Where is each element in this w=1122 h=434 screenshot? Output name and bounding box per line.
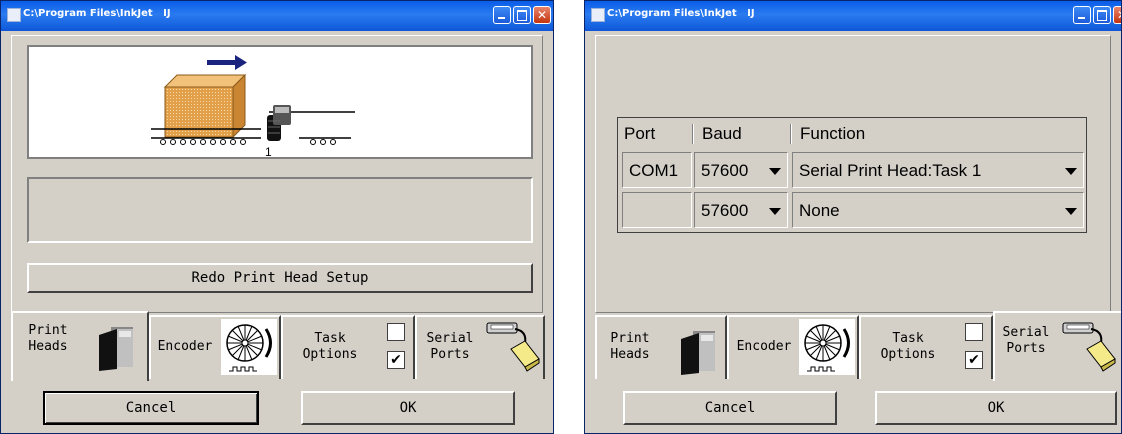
ok-button[interactable]: OK [301,391,515,425]
function-select[interactable]: None [792,192,1084,228]
ok-button[interactable]: OK [875,391,1117,425]
minimize-button[interactable] [1073,6,1091,24]
tab-print-heads-label-2: Heads [28,339,68,354]
tab-task-options[interactable]: Task Options ✔ [859,315,993,379]
maximize-button[interactable] [1093,6,1111,24]
checkbox-checked-icon: ✔ [965,351,983,369]
column-header-baud: Baud [702,124,742,143]
port-cell [622,192,692,228]
cancel-button-label: Cancel [125,400,177,416]
close-button[interactable]: ✕ [533,6,551,24]
column-separator [692,124,694,144]
serial-port-table: Port Baud Function COM1 57600 Serial Pri… [617,117,1087,233]
column-header-port: Port [624,124,656,143]
tab-print-heads-label-1: Print [28,323,68,338]
tab-serial-ports-label-1: Serial [426,331,474,346]
maximize-button[interactable] [513,6,531,24]
window-title: C:\Program Files\InkJet IJ [607,8,755,19]
encoder-wheel-icon [799,319,855,375]
tab-task-options-label-1: Task [314,331,346,346]
title-bar[interactable]: C:\Program Files\InkJet IJ ✕ [1,1,553,31]
function-value: None [799,201,840,220]
column-header-function: Function [800,124,866,143]
tab-serial-ports-label-2: Ports [1006,341,1046,356]
baud-select[interactable]: 57600 [694,152,788,188]
chevron-down-icon[interactable] [1065,168,1077,175]
tab-print-heads-label-1: Print [610,331,650,346]
direction-arrow-icon [207,55,247,70]
print-head-number: 1 [265,145,272,157]
window-title: C:\Program Files\InkJet IJ [23,8,171,19]
chevron-down-icon[interactable] [769,208,781,215]
redo-print-head-setup-button[interactable]: Redo Print Head Setup [27,263,533,293]
tab-serial-ports-label-2: Ports [430,347,470,362]
tab-serial-ports[interactable]: Serial Ports [415,315,545,379]
print-head-icon [267,105,291,141]
minimize-icon [498,17,505,19]
tab-serial-ports-label-1: Serial [1002,325,1050,340]
app-icon [7,8,21,22]
conveyor-illustration: 1 [151,55,355,159]
tab-task-options[interactable]: Task Options ✔ [281,315,415,379]
baud-select[interactable]: 57600 [694,192,788,228]
checkbox-icon [387,323,405,341]
tab-encoder-label: Encoder [736,339,792,354]
tab-print-heads[interactable]: Print Heads [595,315,727,379]
baud-value: 57600 [701,201,749,220]
tab-serial-ports[interactable]: Serial Ports [993,311,1121,381]
cancel-button[interactable]: Cancel [43,391,259,425]
print-head-icon [99,327,133,371]
tab-encoder[interactable]: Encoder [727,315,859,379]
serial-cable-icon [486,322,540,372]
column-separator [790,124,792,144]
close-icon: ✕ [1114,7,1121,23]
chevron-down-icon[interactable] [769,168,781,175]
minimize-button[interactable] [493,6,511,24]
tab-print-heads-label-2: Heads [610,347,650,362]
ok-button-label: OK [399,400,417,416]
checkbox-icon [965,323,983,341]
minimize-icon [1078,17,1085,19]
tab-task-options-label-2: Options [880,347,936,362]
baud-value: 57600 [701,161,749,180]
cancel-button[interactable]: Cancel [623,391,837,425]
maximize-icon [1097,10,1107,21]
serial-ports-window: C:\Program Files\InkJet IJ ✕ Port Baud F… [584,0,1122,434]
app-icon [591,8,605,22]
status-message-box [27,177,533,243]
print-heads-window: C:\Program Files\InkJet IJ ✕ 1 Redo Prin… [0,0,554,434]
tab-encoder[interactable]: Encoder [149,315,281,379]
maximize-icon [517,10,527,21]
function-value: Serial Print Head:Task 1 [799,161,982,180]
conveyor-picture: 1 [27,45,533,159]
package-box-icon [163,73,247,139]
close-icon: ✕ [536,8,548,22]
tab-encoder-label: Encoder [157,339,213,354]
checkbox-checked-icon: ✔ [387,351,405,369]
chevron-down-icon[interactable] [1065,208,1077,215]
encoder-wheel-icon [221,319,277,375]
port-cell: COM1 [622,152,692,188]
function-select[interactable]: Serial Print Head:Task 1 [792,152,1084,188]
print-head-icon [681,331,715,375]
cancel-button-label: Cancel [704,400,756,416]
title-bar[interactable]: C:\Program Files\InkJet IJ ✕ [585,1,1121,31]
close-button[interactable]: ✕ [1113,6,1121,24]
tab-task-options-label-1: Task [892,331,924,346]
serial-cable-icon [1062,322,1116,372]
ok-button-label: OK [987,400,1005,416]
tab-task-options-label-2: Options [302,347,358,362]
tab-print-heads[interactable]: Print Heads [11,311,149,381]
